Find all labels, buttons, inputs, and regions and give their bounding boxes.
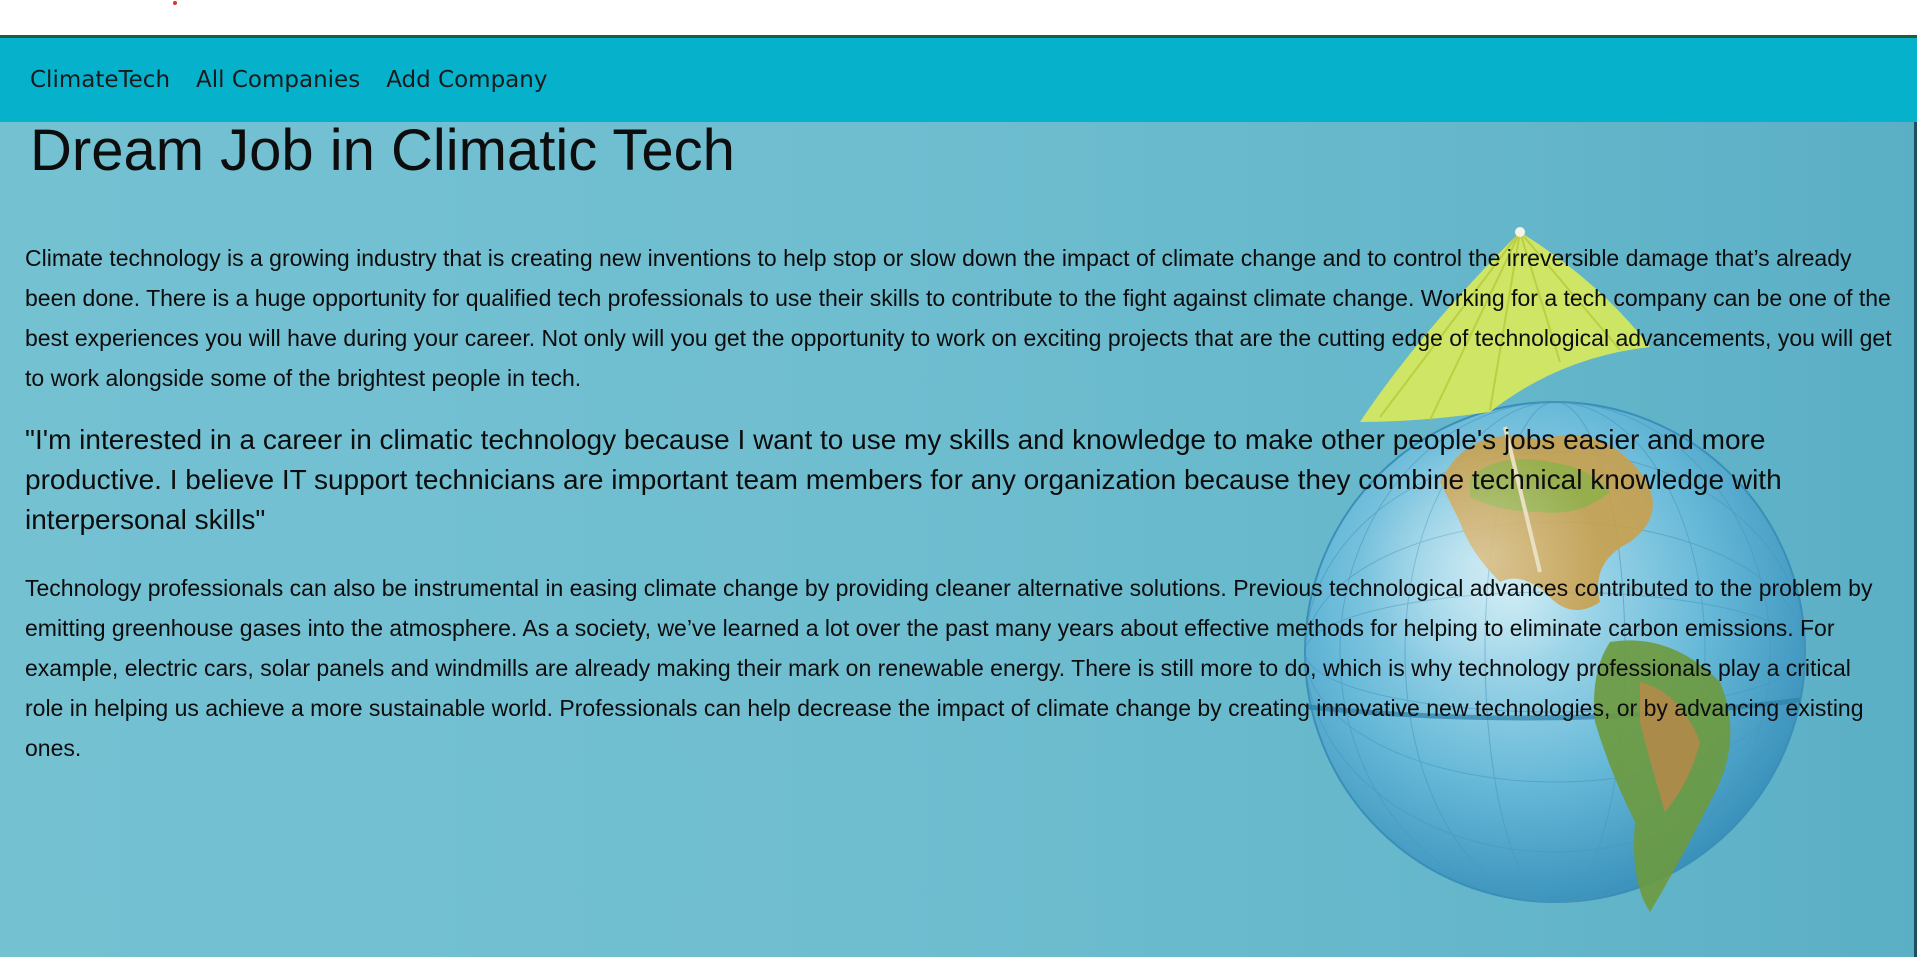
nav-add-company-link[interactable]: Add Company (386, 67, 547, 93)
nav-brand-link[interactable]: ClimateTech (30, 67, 170, 93)
page-title: Dream Job in Climatic Tech (30, 122, 735, 183)
red-dot-mark (173, 1, 177, 5)
browser-top-strip (0, 0, 1917, 38)
intro-paragraph: Climate technology is a growing industry… (25, 245, 1892, 391)
hero-section: Dream Job in Climatic Tech Climate techn… (0, 122, 1917, 957)
top-navbar: ClimateTech All Companies Add Company (0, 38, 1917, 122)
quote-paragraph: "I'm interested in a career in climatic … (25, 424, 1782, 535)
main-content: Dream Job in Climatic Tech Climate techn… (0, 122, 1917, 957)
nav-all-companies-link[interactable]: All Companies (196, 67, 360, 93)
closing-paragraph: Technology professionals can also be ins… (25, 575, 1873, 761)
